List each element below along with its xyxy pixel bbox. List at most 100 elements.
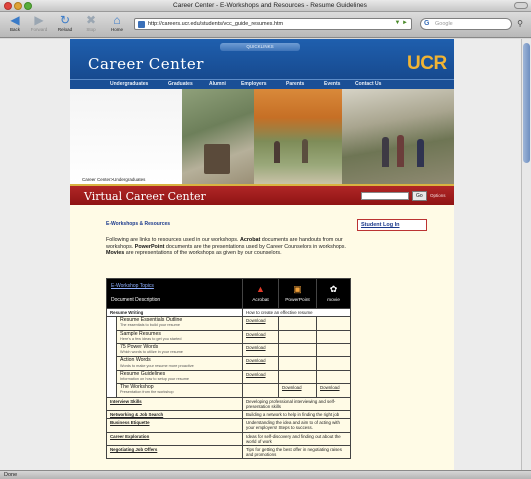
search-icon[interactable]: ⚲ xyxy=(517,19,523,28)
search-field[interactable]: G Google ⚲ xyxy=(420,18,523,30)
toolbar-toggle-button[interactable] xyxy=(514,2,528,9)
table-row: Resume Guidelines Information on how to … xyxy=(107,369,351,385)
reload-button[interactable]: ↻ Reload xyxy=(54,14,76,33)
acrobat-column-header: ▲ Acrobat xyxy=(242,278,279,309)
students-walking-photo xyxy=(342,89,454,184)
topic-desc: Tips for getting the best offer in negot… xyxy=(242,445,351,460)
nav-alumni[interactable]: Alumni xyxy=(209,81,226,87)
favicon-icon xyxy=(138,21,145,28)
home-label: Home xyxy=(110,27,123,32)
powerpoint-download-cell xyxy=(278,329,317,345)
acrobat-download-link[interactable]: Download xyxy=(242,369,279,385)
topic-row: Networking & Job Search Building a netwo… xyxy=(106,410,351,420)
site-search-input[interactable] xyxy=(361,192,409,200)
forward-button[interactable]: ▶ Forward xyxy=(28,14,50,33)
vcc-title: Virtual Career Center xyxy=(84,190,206,203)
browser-toolbar: ◀ Back ▶ Forward ↻ Reload ✖ Stop ⌂ Home … xyxy=(0,12,531,38)
nav-events[interactable]: Events xyxy=(324,81,340,87)
nav-graduates[interactable]: Graduates xyxy=(168,81,193,87)
movie-column-header: ✿ movie xyxy=(316,278,351,309)
stop-icon: ✖ xyxy=(85,13,97,27)
acrobat-download-link[interactable]: Download xyxy=(242,356,279,371)
topics-header-link[interactable]: E-Workshop Topics xyxy=(111,284,238,289)
nav-parents[interactable]: Parents xyxy=(286,81,304,87)
indent-cell xyxy=(106,316,117,398)
resource-desc: The essentials to build your resume xyxy=(120,323,180,328)
topic-row: Business Etiquette Understanding the ide… xyxy=(106,418,351,433)
person-figure xyxy=(397,135,404,167)
home-icon: ⌂ xyxy=(113,13,121,27)
stop-button[interactable]: ✖ Stop xyxy=(80,14,102,33)
breadcrumb[interactable]: Career Center>Undergraduates xyxy=(82,177,145,182)
resource-cell: Resume Essentials Outline The essentials… xyxy=(116,316,243,331)
powerpoint-column-label: PowerPoint xyxy=(285,297,310,303)
powerpoint-icon: ▣ xyxy=(293,283,302,294)
nav-employers[interactable]: Employers xyxy=(241,81,267,87)
acrobat-download-cell xyxy=(242,383,279,398)
bench-shape xyxy=(204,144,230,174)
acrobat-column-label: Acrobat xyxy=(252,297,269,303)
resource-desc: Words to make your resume more proactive xyxy=(120,363,194,368)
campus-bench-photo xyxy=(182,89,254,184)
resource-desc: Information on how to setup your resume xyxy=(120,377,190,382)
acrobat-download-link[interactable]: Download xyxy=(242,316,279,331)
minimize-window-button[interactable] xyxy=(14,2,22,10)
movie-column-label: movie xyxy=(327,297,340,303)
person-figure xyxy=(274,141,280,163)
ucr-logo[interactable]: UCR xyxy=(407,53,447,75)
movie-download-link[interactable]: Download xyxy=(316,383,351,398)
topic-row: Career Exploration Ideas for self-discov… xyxy=(106,431,351,447)
powerpoint-column-header: ▣ PowerPoint xyxy=(278,278,317,309)
resource-cell: Sample Resumes Here's a few ideas to get… xyxy=(116,329,243,345)
table-header-row: E-Workshop Topics Document Description ▲… xyxy=(106,278,351,309)
powerpoint-download-link[interactable]: Download xyxy=(278,383,317,398)
topic-link-interview-skills[interactable]: Interview Skills xyxy=(106,396,243,412)
movie-download-cell xyxy=(316,329,351,345)
site-title[interactable]: Career Center xyxy=(88,55,204,73)
vertical-scrollbar[interactable] xyxy=(521,39,531,470)
nav-undergraduates[interactable]: Undergraduates xyxy=(110,81,148,87)
intro-text: documents are the presentations used by … xyxy=(164,243,347,250)
topic-link-career-exploration[interactable]: Career Exploration xyxy=(106,431,243,447)
go-button[interactable]: Go xyxy=(412,191,427,201)
acrobat-download-link[interactable]: Download xyxy=(242,329,279,345)
resume-section-title: Resume Writing xyxy=(106,307,243,318)
acrobat-download-link[interactable]: Download xyxy=(242,343,279,358)
topic-link-business-etiquette[interactable]: Business Etiquette xyxy=(106,418,243,433)
table-row: Resume Essentials Outline The essentials… xyxy=(106,316,351,398)
topic-link-networking[interactable]: Networking & Job Search xyxy=(106,410,243,420)
movie-download-cell xyxy=(316,343,351,358)
bookmark-star-icon[interactable]: ▼ ► xyxy=(394,20,408,26)
options-link[interactable]: Options xyxy=(430,193,446,198)
movie-download-cell xyxy=(316,369,351,385)
site-banner: QUICKLINKS Career Center UCR xyxy=(70,39,454,79)
intro-text: Following are links to resources used in… xyxy=(106,237,240,243)
address-bar[interactable]: http://careers.ucr.edu/students/vcc_guid… xyxy=(134,18,412,30)
close-window-button[interactable] xyxy=(4,2,12,10)
student-login-link[interactable]: Student Log In xyxy=(361,222,400,228)
resource-desc: Presentation from the workshop xyxy=(120,390,174,395)
resource-cell: The Workshop Presentation from the works… xyxy=(116,383,243,398)
quicklinks-button[interactable]: QUICKLINKS xyxy=(220,43,300,51)
resource-cell: 75 Power Words Which words to utilize in… xyxy=(116,343,243,358)
scrollbar-thumb[interactable] xyxy=(523,43,530,163)
person-figure xyxy=(417,139,424,167)
workshop-table: E-Workshop Topics Document Description ▲… xyxy=(106,278,351,460)
status-bar: Done xyxy=(0,470,531,479)
zoom-window-button[interactable] xyxy=(24,2,32,10)
table-row: Sample Resumes Here's a few ideas to get… xyxy=(107,329,351,345)
title-bar: Career Center - E-Workshops and Resource… xyxy=(0,0,531,12)
back-button[interactable]: ◀ Back xyxy=(4,14,26,33)
home-button[interactable]: ⌂ Home xyxy=(106,14,128,33)
acrobat-icon: ▲ xyxy=(256,283,265,294)
movie-icon: ✿ xyxy=(329,283,338,294)
resource-cell: Resume Guidelines Information on how to … xyxy=(116,369,243,385)
topic-desc: Developing professional interviewing and… xyxy=(242,396,351,412)
main-nav: Undergraduates Graduates Alumni Employer… xyxy=(70,79,454,89)
nav-contact-us[interactable]: Contact Us xyxy=(355,81,381,87)
campus-walkway-photo xyxy=(254,89,342,184)
movie-download-cell xyxy=(316,316,351,331)
window-title: Career Center - E-Workshops and Resource… xyxy=(173,2,367,9)
topic-link-negotiating-offers[interactable]: Negotiating Job Offers xyxy=(106,445,243,460)
resume-section-row: Resume Writing How to create an effectiv… xyxy=(106,307,351,318)
